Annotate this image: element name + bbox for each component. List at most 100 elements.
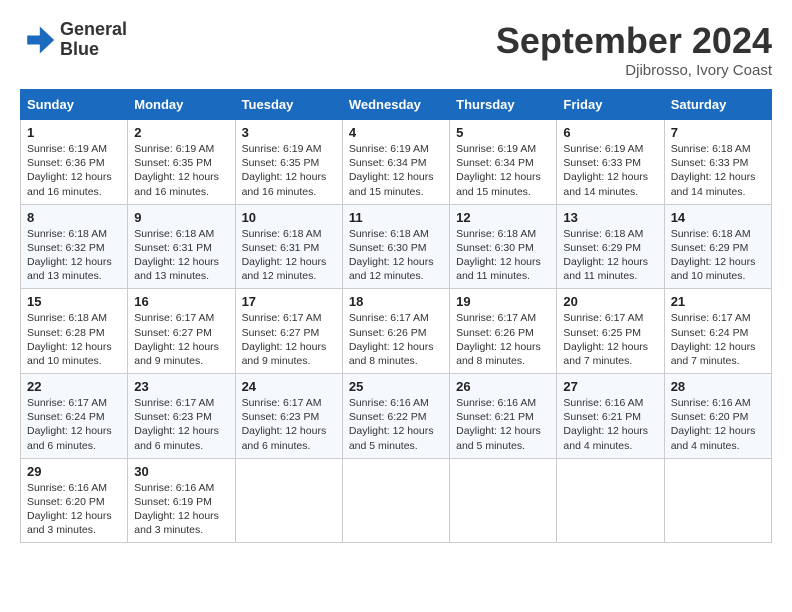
calendar-day-cell: 5 Sunrise: 6:19 AMSunset: 6:34 PMDaylight…	[450, 120, 557, 205]
calendar-day-cell: 25Sunrise: 6:16 AMSunset: 6:22 PMDayligh…	[342, 374, 449, 459]
day-info: Sunrise: 6:17 AMSunset: 6:25 PMDaylight:…	[563, 311, 657, 368]
day-number: 8	[27, 210, 121, 225]
calendar-week-row: 8 Sunrise: 6:18 AMSunset: 6:32 PMDaylight…	[21, 204, 772, 289]
title-area: September 2024 Djibrosso, Ivory Coast	[496, 20, 772, 79]
day-info: Sunrise: 6:19 AMSunset: 6:35 PMDaylight:…	[242, 142, 336, 199]
day-info: Sunrise: 6:16 AMSunset: 6:19 PMDaylight:…	[134, 481, 228, 538]
day-number: 16	[134, 294, 228, 309]
day-number: 10	[242, 210, 336, 225]
day-number: 4	[349, 125, 443, 140]
day-info: Sunrise: 6:18 AMSunset: 6:30 PMDaylight:…	[349, 227, 443, 284]
day-info: Sunrise: 6:18 AMSunset: 6:32 PMDaylight:…	[27, 227, 121, 284]
empty-cell	[557, 458, 664, 543]
calendar-day-cell: 2 Sunrise: 6:19 AMSunset: 6:35 PMDaylight…	[128, 120, 235, 205]
day-number: 7	[671, 125, 765, 140]
page-header: General Blue September 2024 Djibrosso, I…	[20, 20, 772, 79]
day-number: 9	[134, 210, 228, 225]
day-number: 26	[456, 379, 550, 394]
day-number: 29	[27, 464, 121, 479]
calendar-day-cell: 10 Sunrise: 6:18 AMSunset: 6:31 PMDayligh…	[235, 204, 342, 289]
logo: General Blue	[20, 20, 127, 60]
calendar-week-row: 22Sunrise: 6:17 AMSunset: 6:24 PMDayligh…	[21, 374, 772, 459]
day-info: Sunrise: 6:17 AMSunset: 6:26 PMDaylight:…	[349, 311, 443, 368]
day-info: Sunrise: 6:16 AMSunset: 6:20 PMDaylight:…	[671, 396, 765, 453]
calendar-table: SundayMondayTuesdayWednesdayThursdayFrid…	[20, 89, 772, 543]
day-of-week-header: Sunday	[21, 90, 128, 120]
empty-cell	[235, 458, 342, 543]
day-info: Sunrise: 6:17 AMSunset: 6:23 PMDaylight:…	[242, 396, 336, 453]
calendar-day-cell: 14Sunrise: 6:18 AMSunset: 6:29 PMDayligh…	[664, 204, 771, 289]
day-info: Sunrise: 6:18 AMSunset: 6:29 PMDaylight:…	[563, 227, 657, 284]
calendar-day-cell: 23 Sunrise: 6:17 AMSunset: 6:23 PMDayligh…	[128, 374, 235, 459]
day-info: Sunrise: 6:19 AMSunset: 6:34 PMDaylight:…	[349, 142, 443, 199]
day-number: 17	[242, 294, 336, 309]
day-info: Sunrise: 6:16 AMSunset: 6:21 PMDaylight:…	[563, 396, 657, 453]
calendar-day-cell: 9 Sunrise: 6:18 AMSunset: 6:31 PMDaylight…	[128, 204, 235, 289]
empty-cell	[450, 458, 557, 543]
day-of-week-header: Wednesday	[342, 90, 449, 120]
day-info: Sunrise: 6:18 AMSunset: 6:29 PMDaylight:…	[671, 227, 765, 284]
calendar-day-cell: 20 Sunrise: 6:17 AMSunset: 6:25 PMDayligh…	[557, 289, 664, 374]
calendar-week-row: 29 Sunrise: 6:16 AMSunset: 6:20 PMDayligh…	[21, 458, 772, 543]
calendar-day-cell: 21 Sunrise: 6:17 AMSunset: 6:24 PMDayligh…	[664, 289, 771, 374]
day-info: Sunrise: 6:16 AMSunset: 6:21 PMDaylight:…	[456, 396, 550, 453]
calendar-week-row: 15 Sunrise: 6:18 AMSunset: 6:28 PMDayligh…	[21, 289, 772, 374]
day-number: 11	[349, 210, 443, 225]
day-of-week-header: Thursday	[450, 90, 557, 120]
month-title: September 2024	[496, 20, 772, 62]
day-of-week-header: Friday	[557, 90, 664, 120]
day-info: Sunrise: 6:19 AMSunset: 6:34 PMDaylight:…	[456, 142, 550, 199]
day-number: 18	[349, 294, 443, 309]
day-info: Sunrise: 6:19 AMSunset: 6:33 PMDaylight:…	[563, 142, 657, 199]
day-info: Sunrise: 6:18 AMSunset: 6:31 PMDaylight:…	[134, 227, 228, 284]
day-info: Sunrise: 6:16 AMSunset: 6:22 PMDaylight:…	[349, 396, 443, 453]
day-number: 24	[242, 379, 336, 394]
day-info: Sunrise: 6:18 AMSunset: 6:33 PMDaylight:…	[671, 142, 765, 199]
day-number: 21	[671, 294, 765, 309]
calendar-day-cell: 7 Sunrise: 6:18 AMSunset: 6:33 PMDaylight…	[664, 120, 771, 205]
calendar-day-cell: 12Sunrise: 6:18 AMSunset: 6:30 PMDayligh…	[450, 204, 557, 289]
day-number: 5	[456, 125, 550, 140]
day-info: Sunrise: 6:19 AMSunset: 6:36 PMDaylight:…	[27, 142, 121, 199]
day-number: 28	[671, 379, 765, 394]
logo-icon	[20, 22, 56, 58]
day-info: Sunrise: 6:17 AMSunset: 6:23 PMDaylight:…	[134, 396, 228, 453]
day-number: 20	[563, 294, 657, 309]
empty-cell	[664, 458, 771, 543]
day-info: Sunrise: 6:19 AMSunset: 6:35 PMDaylight:…	[134, 142, 228, 199]
calendar-day-cell: 1 Sunrise: 6:19 AMSunset: 6:36 PMDaylight…	[21, 120, 128, 205]
calendar-day-cell: 11 Sunrise: 6:18 AMSunset: 6:30 PMDayligh…	[342, 204, 449, 289]
day-number: 2	[134, 125, 228, 140]
logo-text: General Blue	[60, 20, 127, 60]
day-info: Sunrise: 6:17 AMSunset: 6:24 PMDaylight:…	[27, 396, 121, 453]
calendar-day-cell: 22Sunrise: 6:17 AMSunset: 6:24 PMDayligh…	[21, 374, 128, 459]
location: Djibrosso, Ivory Coast	[496, 62, 772, 79]
calendar-day-cell: 13 Sunrise: 6:18 AMSunset: 6:29 PMDayligh…	[557, 204, 664, 289]
day-info: Sunrise: 6:17 AMSunset: 6:24 PMDaylight:…	[671, 311, 765, 368]
day-info: Sunrise: 6:18 AMSunset: 6:28 PMDaylight:…	[27, 311, 121, 368]
day-info: Sunrise: 6:16 AMSunset: 6:20 PMDaylight:…	[27, 481, 121, 538]
day-number: 15	[27, 294, 121, 309]
calendar-day-cell: 15 Sunrise: 6:18 AMSunset: 6:28 PMDayligh…	[21, 289, 128, 374]
day-number: 27	[563, 379, 657, 394]
calendar-day-cell: 24 Sunrise: 6:17 AMSunset: 6:23 PMDayligh…	[235, 374, 342, 459]
calendar-header-row: SundayMondayTuesdayWednesdayThursdayFrid…	[21, 90, 772, 120]
day-number: 3	[242, 125, 336, 140]
day-number: 23	[134, 379, 228, 394]
calendar-day-cell: 16Sunrise: 6:17 AMSunset: 6:27 PMDayligh…	[128, 289, 235, 374]
day-of-week-header: Saturday	[664, 90, 771, 120]
day-number: 1	[27, 125, 121, 140]
calendar-day-cell: 19Sunrise: 6:17 AMSunset: 6:26 PMDayligh…	[450, 289, 557, 374]
calendar-day-cell: 8 Sunrise: 6:18 AMSunset: 6:32 PMDaylight…	[21, 204, 128, 289]
day-info: Sunrise: 6:17 AMSunset: 6:26 PMDaylight:…	[456, 311, 550, 368]
day-info: Sunrise: 6:18 AMSunset: 6:31 PMDaylight:…	[242, 227, 336, 284]
calendar-day-cell: 27 Sunrise: 6:16 AMSunset: 6:21 PMDayligh…	[557, 374, 664, 459]
day-number: 13	[563, 210, 657, 225]
empty-cell	[342, 458, 449, 543]
calendar-day-cell: 17Sunrise: 6:17 AMSunset: 6:27 PMDayligh…	[235, 289, 342, 374]
calendar-day-cell: 6 Sunrise: 6:19 AMSunset: 6:33 PMDaylight…	[557, 120, 664, 205]
calendar-week-row: 1 Sunrise: 6:19 AMSunset: 6:36 PMDaylight…	[21, 120, 772, 205]
calendar-day-cell: 28 Sunrise: 6:16 AMSunset: 6:20 PMDayligh…	[664, 374, 771, 459]
day-number: 6	[563, 125, 657, 140]
day-info: Sunrise: 6:18 AMSunset: 6:30 PMDaylight:…	[456, 227, 550, 284]
